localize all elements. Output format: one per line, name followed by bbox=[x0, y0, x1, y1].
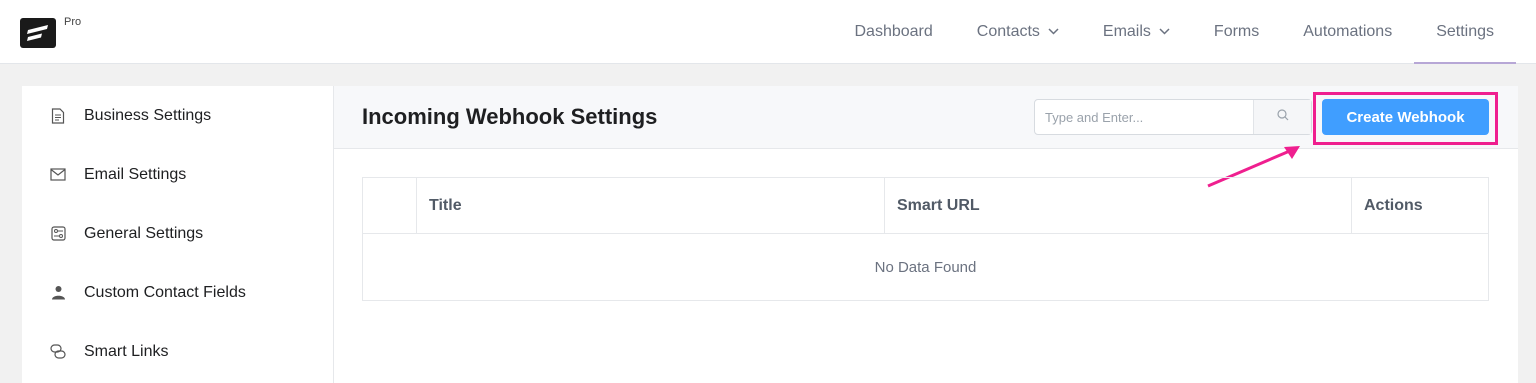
fluentcrm-logo-icon[interactable] bbox=[20, 18, 56, 48]
search-button[interactable] bbox=[1253, 100, 1311, 134]
sidebar-item-smart-links[interactable]: Smart Links bbox=[22, 322, 333, 381]
nav-label: Emails bbox=[1102, 23, 1151, 40]
search-input[interactable] bbox=[1035, 100, 1253, 134]
settings-sidebar: Business Settings Email Settings General… bbox=[22, 86, 333, 383]
panel-header: Incoming Webhook Settings Create Webhook bbox=[334, 86, 1518, 149]
nav-dashboard[interactable]: Dashboard bbox=[832, 0, 954, 64]
nav-settings[interactable]: Settings bbox=[1414, 0, 1516, 64]
nav-automations[interactable]: Automations bbox=[1281, 0, 1414, 64]
nav-contacts[interactable]: Contacts bbox=[955, 0, 1081, 64]
search-box bbox=[1034, 99, 1312, 135]
document-icon bbox=[50, 107, 66, 124]
empty-state-text: No Data Found bbox=[874, 258, 977, 276]
main-panel: Incoming Webhook Settings Create Webhook… bbox=[333, 86, 1518, 383]
envelope-icon bbox=[50, 167, 66, 183]
webhook-table: Title Smart URL Actions No Data Found bbox=[362, 177, 1489, 301]
sidebar-item-label: Smart Links bbox=[84, 342, 169, 360]
column-header-title: Title bbox=[417, 178, 885, 233]
nav-label: Dashboard bbox=[854, 23, 933, 40]
sidebar-item-label: Custom Contact Fields bbox=[84, 283, 246, 301]
sidebar-item-general-settings[interactable]: General Settings bbox=[22, 204, 333, 263]
column-header-actions: Actions bbox=[1364, 196, 1423, 214]
top-navigation-bar: Pro Dashboard Contacts Emails Forms Auto… bbox=[0, 0, 1536, 64]
user-icon bbox=[50, 285, 66, 301]
nav-emails[interactable]: Emails bbox=[1081, 0, 1192, 64]
sidebar-item-custom-contact-fields[interactable]: Custom Contact Fields bbox=[22, 263, 333, 322]
column-header-smart-url: Smart URL bbox=[885, 178, 1352, 233]
chevron-down-icon bbox=[1159, 26, 1170, 38]
sidebar-item-label: General Settings bbox=[84, 224, 204, 242]
search-icon bbox=[1276, 108, 1289, 126]
pro-badge: Pro bbox=[64, 16, 82, 28]
nav-label: Settings bbox=[1436, 23, 1494, 40]
sidebar-item-email-settings[interactable]: Email Settings bbox=[22, 145, 333, 204]
column-header-select bbox=[363, 178, 417, 233]
main-nav: Dashboard Contacts Emails Forms Automati… bbox=[832, 0, 1516, 64]
nav-label: Forms bbox=[1213, 23, 1260, 40]
sidebar-item-label: Email Settings bbox=[84, 165, 187, 183]
nav-label: Contacts bbox=[976, 23, 1040, 40]
nav-forms[interactable]: Forms bbox=[1192, 0, 1281, 64]
table-header: Title Smart URL Actions bbox=[363, 178, 1488, 234]
sidebar-item-label: Business Settings bbox=[84, 106, 212, 124]
link-icon bbox=[50, 344, 66, 360]
chevron-down-icon bbox=[1048, 26, 1059, 38]
nav-label: Automations bbox=[1303, 23, 1393, 40]
sliders-icon bbox=[50, 226, 66, 242]
page-title: Incoming Webhook Settings bbox=[362, 104, 658, 129]
create-webhook-button[interactable]: Create Webhook bbox=[1322, 99, 1489, 135]
sidebar-item-business-settings[interactable]: Business Settings bbox=[22, 86, 333, 145]
